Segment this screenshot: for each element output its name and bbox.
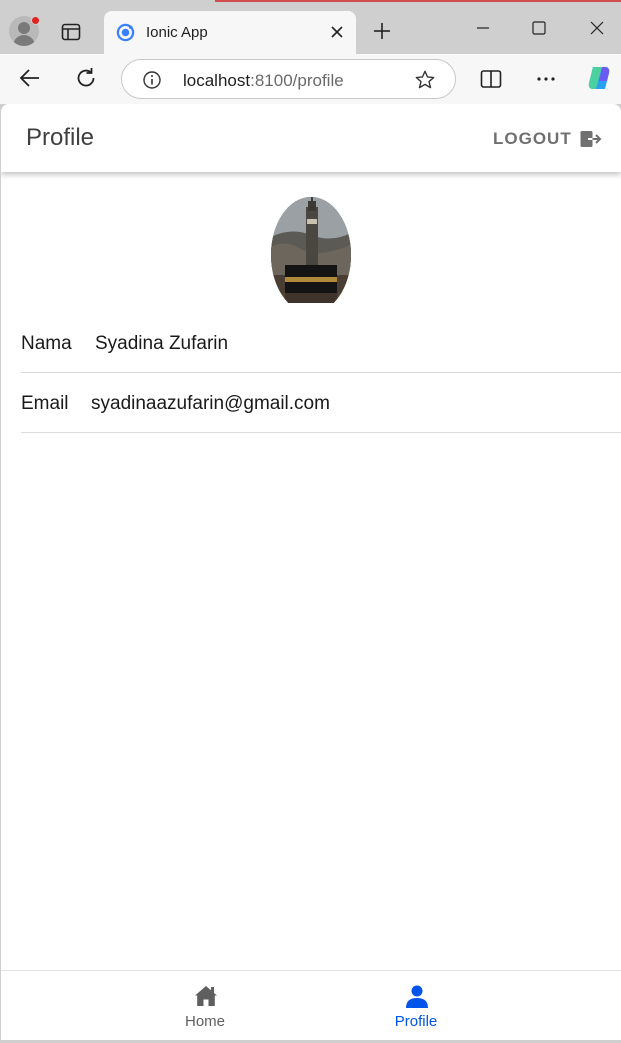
email-label: Email [21, 393, 69, 414]
refresh-icon[interactable] [74, 66, 98, 90]
profile-photo [271, 197, 351, 303]
page-title: Profile [26, 124, 95, 151]
url-path: :8100/profile [250, 71, 344, 90]
browser-titlebar: Ionic App [0, 0, 621, 54]
app-viewport: Profile LOGOUT Nama Syadina Zufarin Emai… [1, 104, 621, 1040]
tab-actions-icon[interactable] [60, 21, 82, 43]
tab-profile[interactable]: Profile [356, 971, 476, 1040]
maximize-icon[interactable] [529, 18, 549, 38]
url-text[interactable]: localhost:8100/profile [183, 71, 344, 91]
address-bar[interactable]: localhost:8100/profile [121, 59, 456, 99]
titlebar-accent-line [215, 0, 621, 2]
profile-photo-image [271, 197, 351, 303]
person-icon [406, 985, 428, 1008]
back-arrow-icon[interactable] [18, 66, 42, 90]
tab-profile-label: Profile [394, 1013, 438, 1030]
copilot-icon[interactable] [585, 64, 613, 92]
new-tab-icon[interactable] [372, 21, 392, 41]
notification-dot-icon [31, 16, 40, 25]
more-menu-icon[interactable] [534, 67, 558, 91]
browser-tab-title: Ionic App [146, 24, 208, 41]
site-info-icon[interactable] [142, 70, 162, 90]
browser-toolbar: localhost:8100/profile [0, 54, 621, 104]
nama-label: Nama [21, 333, 72, 354]
minimize-icon[interactable] [473, 18, 493, 38]
tab-home-label: Home [184, 1013, 225, 1030]
email-value: syadinaazufarin@gmail.com [91, 393, 330, 414]
url-host: localhost [183, 71, 251, 90]
logout-icon [580, 131, 602, 147]
profile-item-nama: Nama Syadina Zufarin [21, 313, 621, 373]
close-window-icon[interactable] [587, 18, 607, 38]
split-screen-icon[interactable] [479, 67, 503, 91]
bottom-tab-bar: Home Profile [1, 970, 621, 1040]
browser-tab-active[interactable]: Ionic App [104, 11, 356, 54]
home-icon [195, 986, 217, 1006]
nama-value: Syadina Zufarin [95, 333, 229, 354]
logout-button[interactable]: LOGOUT [493, 126, 602, 152]
close-tab-icon[interactable] [328, 23, 346, 41]
favorite-star-icon[interactable] [414, 69, 436, 91]
ionic-favicon-icon [116, 23, 135, 42]
profile-item-email: Email syadinaazufarin@gmail.com [21, 373, 621, 433]
logout-label: LOGOUT [493, 129, 572, 148]
tab-home[interactable]: Home [145, 971, 265, 1040]
app-header: Profile LOGOUT [1, 104, 621, 172]
